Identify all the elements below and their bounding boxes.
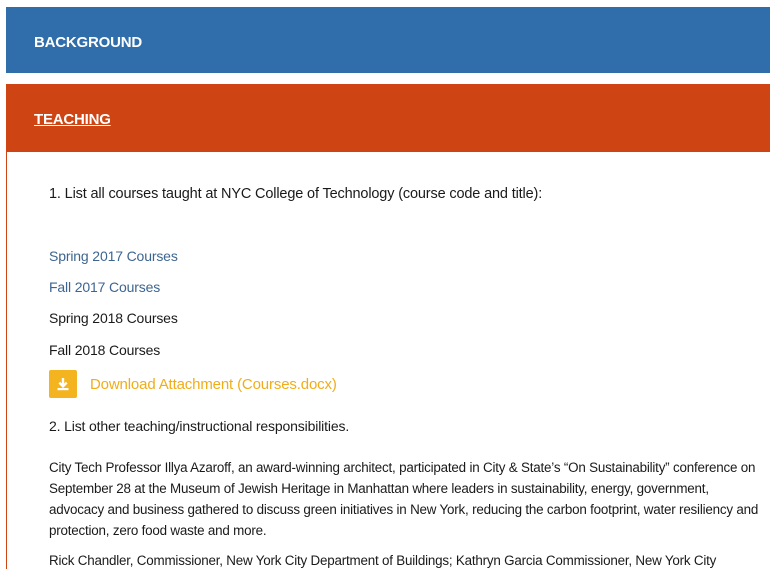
responsibilities-paragraph-2: Rick Chandler, Commissioner, New York Ci…	[49, 553, 717, 568]
responsibilities-paragraph-1: City Tech Professor Illya Azaroff, an aw…	[49, 460, 759, 538]
question-2: 2. List other teaching/instructional res…	[49, 418, 350, 434]
background-section-title[interactable]: BACKGROUND	[34, 34, 142, 51]
background-section-header[interactable]: BACKGROUND	[6, 7, 770, 73]
course-item-spring-2018: Spring 2018 Courses	[49, 310, 178, 326]
course-item-fall-2018: Fall 2018 Courses	[49, 342, 161, 358]
teaching-section-header[interactable]: TEACHING	[6, 84, 770, 152]
download-attachment-button[interactable]: Download Attachment (Courses.docx)	[49, 370, 337, 398]
download-icon[interactable]	[49, 370, 77, 398]
course-link-fall-2017[interactable]: Fall 2017 Courses	[49, 279, 160, 295]
teaching-section-title[interactable]: TEACHING	[34, 111, 111, 128]
teaching-section-content: 1. List all courses taught at NYC Colleg…	[6, 152, 770, 569]
page: BACKGROUND TEACHING 1. List all courses …	[0, 0, 770, 569]
download-attachment-label[interactable]: Download Attachment (Courses.docx)	[90, 376, 337, 393]
question-1: 1. List all courses taught at NYC Colleg…	[49, 186, 543, 202]
course-link-spring-2017[interactable]: Spring 2017 Courses	[49, 248, 178, 264]
